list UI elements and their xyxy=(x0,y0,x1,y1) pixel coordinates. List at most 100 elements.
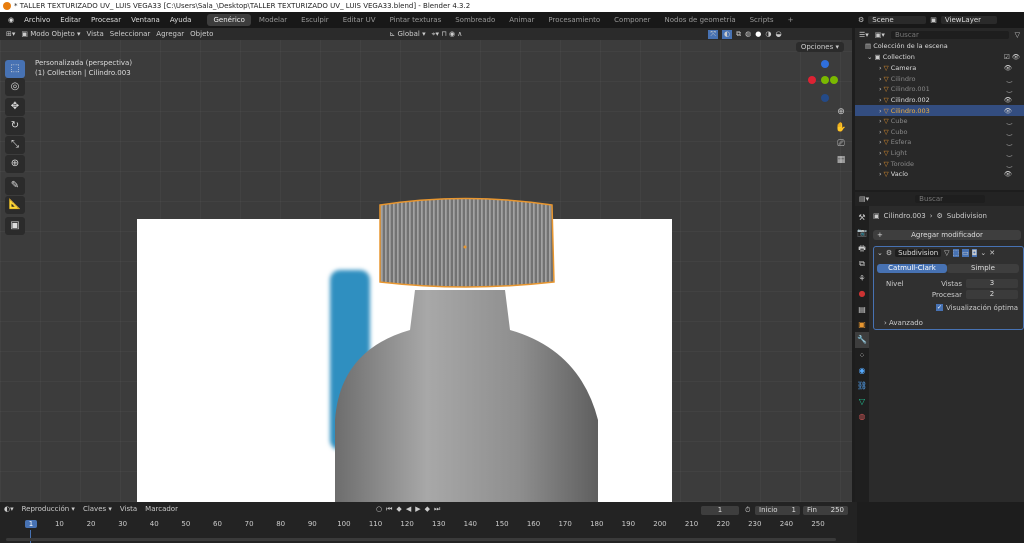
constraints-tab-icon[interactable]: ⛓ xyxy=(855,378,869,393)
prev-keyframe-icon[interactable]: ◆ xyxy=(396,505,401,514)
mode-selector[interactable]: ▣ Modo Objeto ▾ xyxy=(21,30,80,38)
workspace-tab[interactable]: Componer xyxy=(608,14,656,26)
measure-tool-icon[interactable]: 📐 xyxy=(5,196,25,214)
workspace-tab[interactable]: Genérico xyxy=(207,14,251,26)
scene-field[interactable]: Scene xyxy=(868,16,927,24)
current-frame-field[interactable]: 1 xyxy=(701,506,739,515)
remove-modifier-icon[interactable]: ✕ xyxy=(989,249,995,257)
workspace-tab[interactable]: Esculpir xyxy=(295,14,335,26)
editor-type-icon[interactable]: ◐▾ xyxy=(4,505,14,513)
dropdown-icon[interactable]: ⌄ xyxy=(980,249,986,257)
editor-type-icon[interactable]: ▤▾ xyxy=(859,195,869,203)
visibility-icons[interactable]: ☑ 👁 xyxy=(1004,53,1024,61)
viewlayer-field[interactable]: ViewLayer xyxy=(940,16,997,24)
menu-agregar[interactable]: Agregar xyxy=(156,30,184,38)
optimal-display-checkbox[interactable]: ✓ Visualización óptima xyxy=(936,304,1018,312)
viewport-levels-field[interactable]: 3 xyxy=(966,279,1018,288)
eye-hidden-icon[interactable]: ‿ xyxy=(1007,85,1024,93)
timeline-scrollbar[interactable] xyxy=(6,538,836,541)
play-icon[interactable]: ▶ xyxy=(415,505,420,514)
particles-tab-icon[interactable]: ⁘ xyxy=(855,348,869,363)
eye-icon[interactable]: 👁 xyxy=(1004,96,1024,104)
scene-icon[interactable]: ⚙ xyxy=(858,16,864,24)
workspace-tab[interactable]: Pintar texturas xyxy=(384,14,448,26)
material-shading-icon[interactable]: ◑ xyxy=(765,30,771,39)
physics-tab-icon[interactable]: ◉ xyxy=(855,363,869,378)
material-tab-icon[interactable]: ◍ xyxy=(855,409,869,424)
auto-keying-icon[interactable]: ○ xyxy=(376,505,382,514)
eye-hidden-icon[interactable]: ‿ xyxy=(1007,117,1024,125)
scene-tab-icon[interactable]: ⚘ xyxy=(855,271,869,286)
ortho-grid-icon[interactable]: ▦ xyxy=(834,152,848,168)
collection-tab-icon[interactable]: ▤ xyxy=(855,302,869,317)
menu-claves[interactable]: Claves ▾ xyxy=(83,505,112,513)
preview-range-icon[interactable]: ⏱ xyxy=(745,506,750,515)
blender-menu-icon[interactable]: ◉ xyxy=(4,14,18,26)
workspace-tab[interactable]: Animar xyxy=(503,14,540,26)
outliner-item[interactable]: › ▽ Cube ‿ xyxy=(855,116,1024,127)
menu-archivo[interactable]: Archivo xyxy=(20,14,54,26)
menu-seleccionar[interactable]: Seleccionar xyxy=(110,30,151,38)
cage-toggle-icon[interactable]: ⬚ xyxy=(952,249,960,257)
move-tool-icon[interactable]: ✥ xyxy=(5,98,25,116)
workspace-tab[interactable]: Editar UV xyxy=(337,14,382,26)
funnel-icon[interactable]: ▽ xyxy=(1015,31,1020,39)
scale-tool-icon[interactable]: ⤡ xyxy=(5,136,25,154)
render-levels-field[interactable]: 2 xyxy=(966,290,1018,299)
workspace-tab[interactable]: Nodos de geometría xyxy=(659,14,742,26)
current-frame-marker[interactable]: 1 xyxy=(25,520,37,528)
overlay-icon[interactable]: ◐ xyxy=(722,29,733,39)
add-cube-tool-icon[interactable]: ▣ xyxy=(5,217,25,235)
orientation-selector[interactable]: ⊾ Global ▾ xyxy=(389,30,425,38)
menu-vista[interactable]: Vista xyxy=(120,505,137,513)
menu-vista[interactable]: Vista xyxy=(87,30,104,38)
select-tool-icon[interactable]: ⬚ xyxy=(5,60,25,78)
next-keyframe-icon[interactable]: ◆ xyxy=(425,505,430,514)
options-dropdown[interactable]: Opciones ▾ xyxy=(795,42,844,52)
modifier-name-input[interactable]: Subdivision xyxy=(895,249,942,257)
rendered-shading-icon[interactable]: ◒ xyxy=(775,30,781,39)
transform-tool-icon[interactable]: ⊕ xyxy=(5,155,25,173)
outliner-item[interactable]: › ▽ Cilindro.001 ‿ xyxy=(855,84,1024,95)
rotate-tool-icon[interactable]: ↻ xyxy=(5,117,25,135)
outliner-item[interactable]: › ▽ Light ‿ xyxy=(855,148,1024,159)
tool-tab-icon[interactable]: ⚒ xyxy=(855,210,869,225)
wireframe-shading-icon[interactable]: ◍ xyxy=(745,30,751,39)
editmode-toggle-icon[interactable]: ▽ xyxy=(944,249,949,257)
menu-reproduccion[interactable]: Reproducción ▾ xyxy=(22,505,75,513)
eye-icon[interactable]: 👁 xyxy=(1004,107,1024,115)
annotate-tool-icon[interactable]: ✎ xyxy=(5,177,25,195)
catmull-clark-tab[interactable]: Catmull-Clark xyxy=(877,264,947,273)
xray-icon[interactable]: ⧉ xyxy=(736,30,741,39)
outliner-item[interactable]: › ▽ Cilindro ‿ xyxy=(855,74,1024,85)
workspace-tab[interactable]: Sombreado xyxy=(449,14,501,26)
viewport-toggle-icon[interactable]: ▭ xyxy=(962,249,969,257)
start-frame-field[interactable]: Inicio 1 xyxy=(755,506,800,515)
solid-shading-icon[interactable]: ● xyxy=(755,30,761,39)
workspace-tab[interactable]: Procesamiento xyxy=(542,14,606,26)
cursor-tool-icon[interactable]: ◎ xyxy=(5,78,25,96)
menu-objeto[interactable]: Objeto xyxy=(190,30,213,38)
output-tab-icon[interactable]: 🖶 xyxy=(855,241,869,256)
outliner-item[interactable]: › ▽ Vacío 👁 xyxy=(855,169,1024,180)
outliner-item[interactable]: › ▽ Camera 👁 xyxy=(855,63,1024,74)
editor-type-icon[interactable]: ⊞▾ xyxy=(6,30,15,38)
add-workspace-button[interactable]: + xyxy=(782,14,800,26)
camera-view-icon[interactable]: ⎚ xyxy=(834,136,848,152)
render-tab-icon[interactable]: 📷 xyxy=(855,225,869,240)
eye-icon[interactable]: 👁 xyxy=(1004,170,1024,178)
add-modifier-button[interactable]: + Agregar modificador xyxy=(873,230,1021,240)
zoom-icon[interactable]: ⊕ xyxy=(834,104,848,120)
menu-procesar[interactable]: Procesar xyxy=(87,14,125,26)
eye-hidden-icon[interactable]: ‿ xyxy=(1007,138,1024,146)
end-frame-field[interactable]: Fin 250 xyxy=(803,506,848,515)
display-mode-icon[interactable]: ☰▾ xyxy=(859,31,869,39)
eye-hidden-icon[interactable]: ‿ xyxy=(1007,128,1024,136)
outliner-item[interactable]: › ▽ Cilindro.003 👁 xyxy=(855,105,1024,116)
collection-row[interactable]: ⌄ ▣ Collection ☑ 👁 xyxy=(855,52,1024,63)
view-layer-tab-icon[interactable]: ⧉ xyxy=(855,256,869,271)
jump-start-icon[interactable]: ⏮ xyxy=(386,505,392,514)
object-tab-icon[interactable]: ▣ xyxy=(855,317,869,332)
filter-icon[interactable]: ▣▾ xyxy=(875,31,885,39)
collapse-chevron-icon[interactable]: ⌄ xyxy=(877,249,883,257)
